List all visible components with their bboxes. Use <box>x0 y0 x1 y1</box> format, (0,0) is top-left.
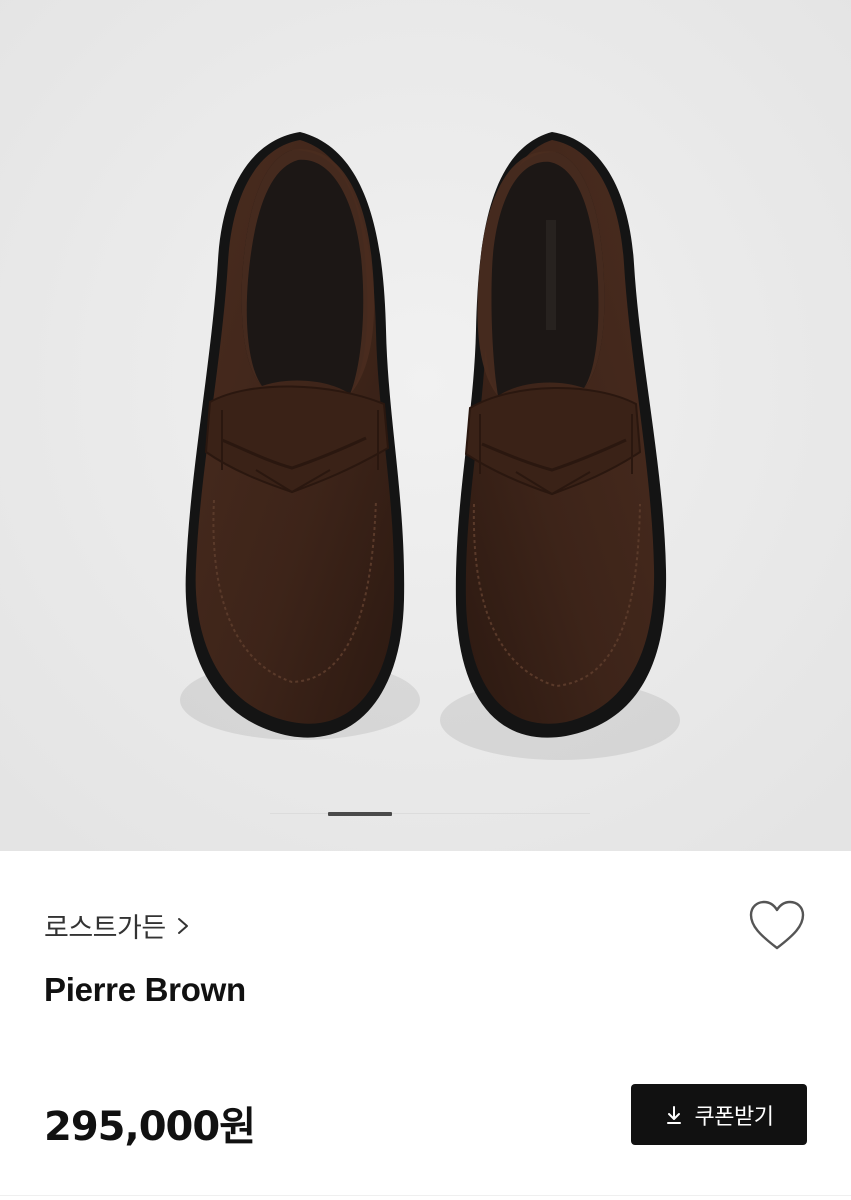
download-icon <box>666 1105 681 1124</box>
pager-active-indicator <box>328 812 392 816</box>
product-price: 295,000원 <box>44 1104 256 1150</box>
coupon-button-label: 쿠폰받기 <box>694 1104 774 1130</box>
product-name: Pierre Brown <box>44 971 246 1008</box>
brand-name: 로스트가든 <box>44 913 166 944</box>
pager-track <box>270 813 590 814</box>
product-image-carousel[interactable] <box>0 0 851 851</box>
product-info-section: 로스트가든 Pierre Brown 295,000원 쿠폰받기 <box>0 851 851 1200</box>
divider <box>0 1195 851 1196</box>
brand-link[interactable]: 로스트가든 <box>44 906 190 945</box>
loafer-shoes-image <box>0 0 851 851</box>
coupon-download-button[interactable]: 쿠폰받기 <box>631 1084 807 1145</box>
like-button[interactable] <box>748 899 806 953</box>
heart-outline-icon <box>749 900 805 950</box>
carousel-pager <box>270 812 590 816</box>
chevron-right-icon <box>177 917 188 934</box>
